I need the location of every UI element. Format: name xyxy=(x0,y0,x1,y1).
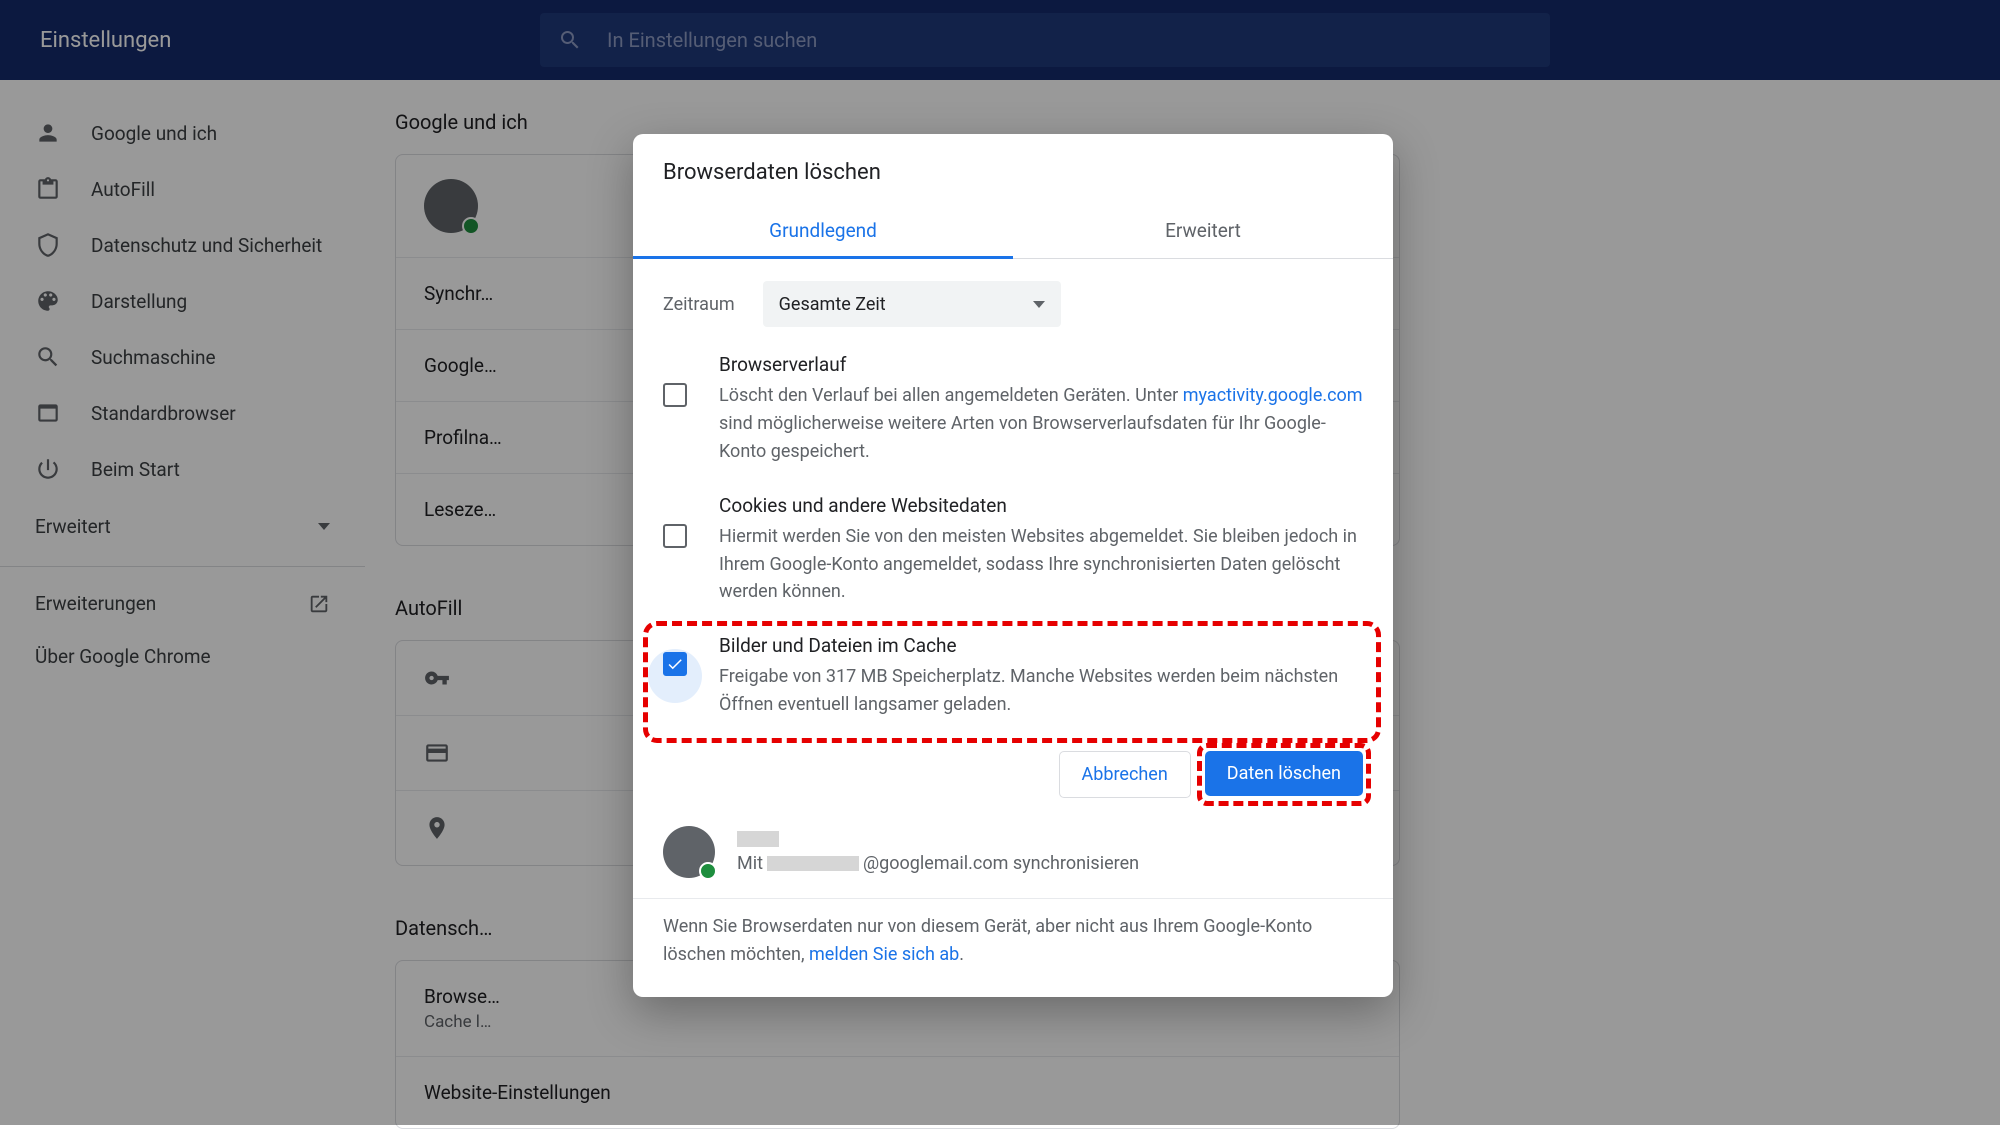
sync-badge-icon xyxy=(699,862,717,880)
option-text: Bilder und Dateien im Cache Freigabe von… xyxy=(719,634,1363,719)
account-text: Mit @googlemail.com synchronisieren xyxy=(737,831,1139,874)
dialog-buttons: Abbrechen Daten löschen xyxy=(633,733,1393,822)
cache-checkbox[interactable] xyxy=(663,652,687,676)
time-range-value: Gesamte Zeit xyxy=(779,294,886,315)
option-desc: Freigabe von 317 MB Speicherplatz. Manch… xyxy=(719,663,1363,719)
time-range-dropdown[interactable]: Gesamte Zeit xyxy=(763,281,1061,327)
account-name-redacted xyxy=(737,831,779,847)
dialog-footnote: Wenn Sie Browserdaten nur von diesem Ger… xyxy=(633,898,1393,969)
option-title: Browserverlauf xyxy=(719,353,1363,376)
email-redacted xyxy=(767,856,859,871)
tab-basic[interactable]: Grundlegend xyxy=(633,203,1013,258)
option-cookies: Cookies und andere Websitedaten Hiermit … xyxy=(633,480,1393,621)
option-text: Browserverlauf Löscht den Verlauf bei al… xyxy=(719,353,1363,466)
myactivity-link[interactable]: myactivity.google.com xyxy=(1183,385,1363,406)
dialog-title: Browserdaten löschen xyxy=(633,134,1393,203)
cancel-button[interactable]: Abbrechen xyxy=(1059,751,1191,798)
chevron-down-icon xyxy=(1033,301,1045,308)
option-history: Browserverlauf Löscht den Verlauf bei al… xyxy=(633,339,1393,480)
option-desc: Hiermit werden Sie von den meisten Websi… xyxy=(719,523,1363,607)
time-range-label: Zeitraum xyxy=(663,294,735,315)
option-cache: Bilder und Dateien im Cache Freigabe von… xyxy=(633,620,1393,733)
clear-browsing-data-dialog: Browserdaten löschen Grundlegend Erweite… xyxy=(633,134,1393,997)
tab-advanced[interactable]: Erweitert xyxy=(1013,203,1393,258)
option-title: Bilder und Dateien im Cache xyxy=(719,634,1363,657)
dialog-tabs: Grundlegend Erweitert xyxy=(633,203,1393,259)
history-checkbox[interactable] xyxy=(663,383,687,407)
account-email: Mit @googlemail.com synchronisieren xyxy=(737,853,1139,874)
option-desc: Löscht den Verlauf bei allen angemeldete… xyxy=(719,382,1363,466)
clear-data-button[interactable]: Daten löschen xyxy=(1205,751,1363,796)
check-icon xyxy=(666,655,684,673)
account-row: Mit @googlemail.com synchronisieren xyxy=(633,822,1393,898)
option-text: Cookies und andere Websitedaten Hiermit … xyxy=(719,494,1363,607)
time-range-row: Zeitraum Gesamte Zeit xyxy=(633,259,1393,339)
avatar xyxy=(663,826,715,878)
cookies-checkbox[interactable] xyxy=(663,524,687,548)
sign-out-link[interactable]: melden Sie sich ab xyxy=(809,944,959,965)
option-title: Cookies und andere Websitedaten xyxy=(719,494,1363,517)
